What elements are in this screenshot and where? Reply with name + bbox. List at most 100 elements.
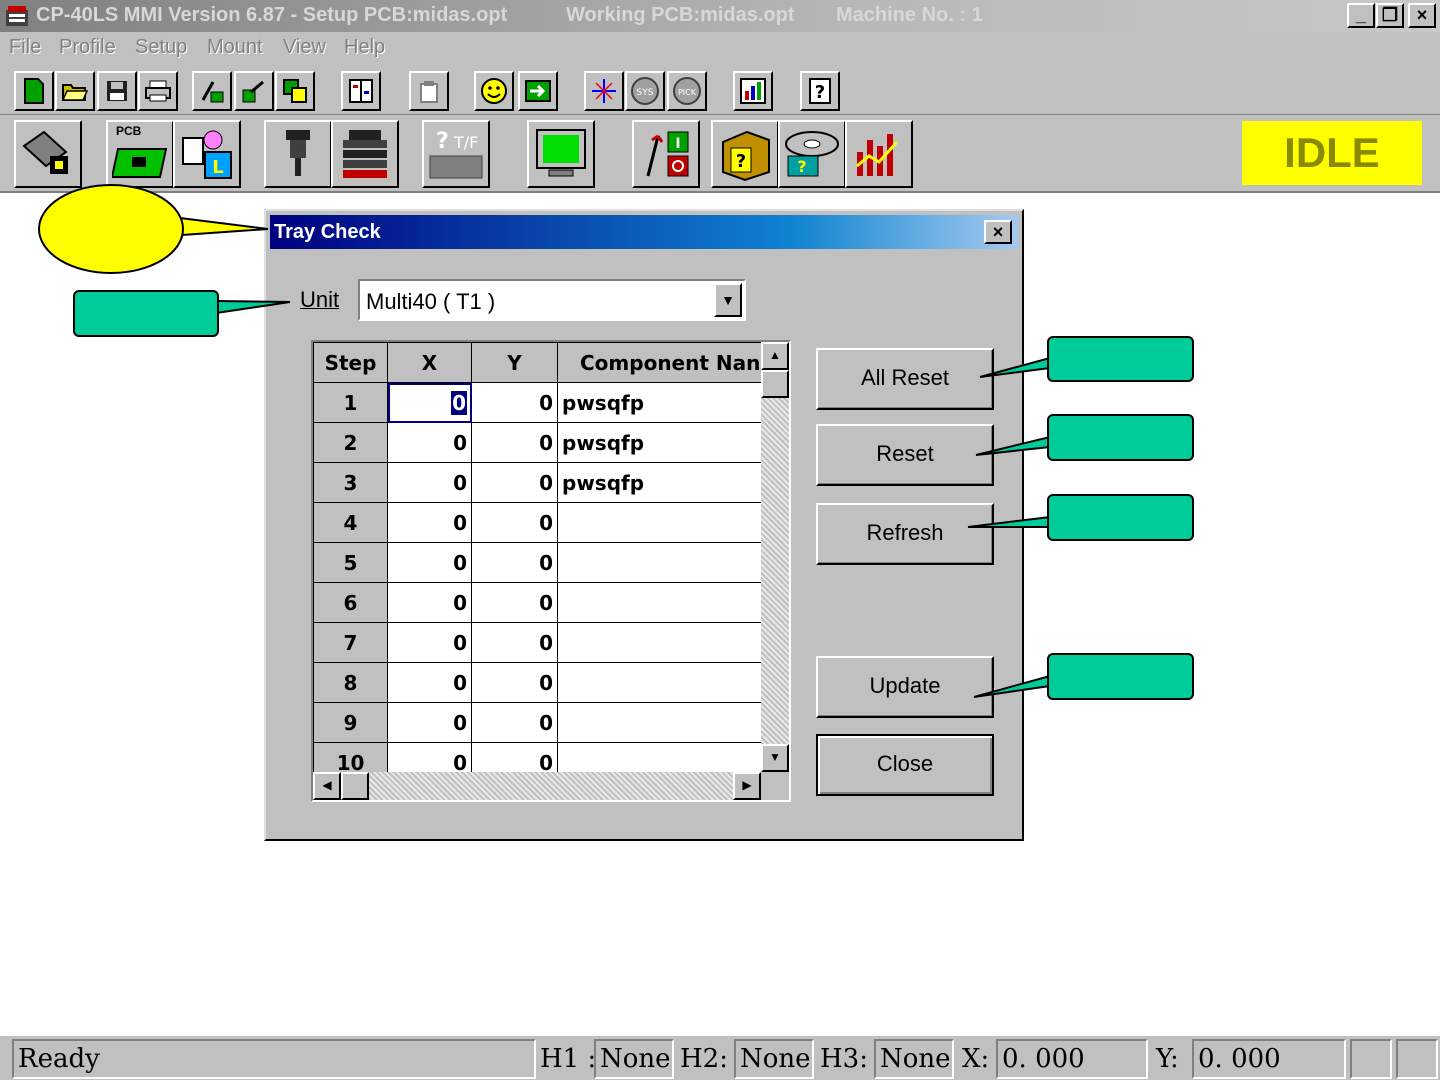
- print-button[interactable]: [138, 71, 178, 111]
- monitor-button[interactable]: [527, 120, 595, 188]
- svg-text:?: ?: [815, 82, 825, 103]
- y-label: Y:: [1156, 1044, 1179, 1074]
- component-name-cell[interactable]: [557, 502, 768, 543]
- x-cell[interactable]: 0: [387, 702, 472, 743]
- window-close-button[interactable]: ×: [1408, 3, 1436, 28]
- run-button[interactable]: [518, 71, 558, 111]
- horizontal-scroll-thumb[interactable]: [341, 772, 369, 800]
- x-cell[interactable]: 0: [387, 582, 472, 623]
- close-button[interactable]: Close: [816, 734, 994, 796]
- scroll-left-icon[interactable]: ◀: [313, 772, 341, 800]
- origin-button[interactable]: [584, 71, 624, 111]
- table-row[interactable]: 400: [313, 502, 768, 543]
- table-row[interactable]: 600: [313, 582, 768, 623]
- horizontal-scrollbar[interactable]: ◀ ▶: [313, 772, 761, 800]
- component-name-cell[interactable]: [557, 702, 768, 743]
- vertical-scroll-thumb[interactable]: [761, 370, 789, 398]
- x-cell[interactable]: 0: [387, 462, 472, 503]
- unit-dropdown[interactable]: Multi40 ( T1 ) ▼: [358, 279, 746, 321]
- update-button[interactable]: Update: [816, 656, 994, 718]
- tray-step-table: Step X Y Component Nan 1 0 0 pwsqfp 2 0 0 pwsqf…: [313, 342, 768, 783]
- y-cell[interactable]: 0: [471, 502, 558, 543]
- y-cell[interactable]: 0: [471, 462, 558, 503]
- column-header-y[interactable]: Y: [471, 342, 558, 383]
- menu-file[interactable]: File: [9, 36, 41, 59]
- pick-button[interactable]: PICK: [667, 71, 707, 111]
- scroll-right-icon[interactable]: ▶: [733, 772, 761, 800]
- menu-mount[interactable]: Mount: [207, 36, 263, 59]
- restore-button[interactable]: ❐: [1376, 3, 1404, 28]
- component-name-cell[interactable]: pwsqfp: [557, 422, 768, 463]
- tray-step-grid[interactable]: Step X Y Component Nan 1 0 0 pwsqfp 2 0 0 pwsqf…: [311, 340, 791, 802]
- x-cell[interactable]: 0: [387, 502, 472, 543]
- all-reset-button[interactable]: All Reset: [816, 348, 994, 410]
- menu-help[interactable]: Help: [344, 36, 385, 59]
- nozzle-button[interactable]: [264, 120, 332, 188]
- menu-view[interactable]: View: [283, 36, 326, 59]
- component-name-cell[interactable]: [557, 622, 768, 663]
- menu-profile[interactable]: Profile: [59, 36, 116, 59]
- column-header-step[interactable]: Step: [313, 342, 388, 383]
- table-row[interactable]: 3 0 0 pwsqfp: [313, 462, 768, 503]
- x-cell[interactable]: 0: [387, 382, 472, 423]
- chart-report-button[interactable]: [733, 71, 773, 111]
- y-cell[interactable]: 0: [471, 622, 558, 663]
- reset-button[interactable]: Reset: [816, 424, 994, 486]
- minimize-button[interactable]: _: [1347, 3, 1375, 28]
- table-row[interactable]: 500: [313, 542, 768, 583]
- component-button[interactable]: [14, 120, 82, 188]
- y-cell[interactable]: 0: [471, 422, 558, 463]
- new-file-button[interactable]: [14, 71, 54, 111]
- feeder-button[interactable]: [331, 120, 399, 188]
- copy-data-button[interactable]: [275, 71, 315, 111]
- column-header-x[interactable]: X: [387, 342, 472, 383]
- statistics-button[interactable]: [845, 120, 913, 188]
- x-cell[interactable]: 0: [387, 542, 472, 583]
- step-cell: 1: [313, 382, 388, 423]
- refresh-button[interactable]: Refresh: [816, 503, 994, 565]
- x-cell[interactable]: 0: [387, 422, 472, 463]
- y-cell[interactable]: 0: [471, 662, 558, 703]
- table-row[interactable]: 900: [313, 702, 768, 743]
- dropdown-arrow-icon[interactable]: ▼: [714, 283, 742, 317]
- sys-button[interactable]: SYS: [625, 71, 665, 111]
- table-row[interactable]: 700: [313, 622, 768, 663]
- compare-button[interactable]: [341, 71, 381, 111]
- table-row[interactable]: 1 0 0 pwsqfp: [313, 382, 768, 423]
- io-button[interactable]: I: [632, 120, 700, 188]
- component-name-cell[interactable]: [557, 542, 768, 583]
- y-cell[interactable]: 0: [471, 542, 558, 583]
- import-button[interactable]: [192, 71, 232, 111]
- tray-button[interactable]: ?: [711, 120, 779, 188]
- export-button[interactable]: [234, 71, 274, 111]
- teach-button[interactable]: ? T/F: [422, 120, 490, 188]
- component-name-cell[interactable]: pwsqfp: [557, 462, 768, 503]
- component-name-cell[interactable]: pwsqfp: [557, 382, 768, 423]
- dialog-close-icon[interactable]: ×: [984, 220, 1012, 244]
- column-header-component-name[interactable]: Component Nan: [557, 342, 768, 383]
- component-name-cell[interactable]: [557, 582, 768, 623]
- vertical-scrollbar[interactable]: ▲ ▼: [761, 342, 789, 772]
- smiley-button[interactable]: [474, 71, 514, 111]
- menu-setup[interactable]: Setup: [135, 36, 187, 59]
- open-file-button[interactable]: [55, 71, 95, 111]
- help-button[interactable]: ?: [800, 71, 840, 111]
- scroll-down-icon[interactable]: ▼: [761, 744, 789, 772]
- layout-button[interactable]: L: [173, 120, 241, 188]
- clipboard-button[interactable]: [409, 71, 449, 111]
- step-cell: 4: [313, 502, 388, 543]
- table-row[interactable]: 800: [313, 662, 768, 703]
- status-ready: Ready: [12, 1039, 536, 1079]
- x-cell[interactable]: 0: [387, 662, 472, 703]
- y-cell[interactable]: 0: [471, 382, 558, 423]
- component-name-cell[interactable]: [557, 662, 768, 703]
- y-cell[interactable]: 0: [471, 582, 558, 623]
- pcb-button[interactable]: PCB: [106, 120, 174, 188]
- scroll-up-icon[interactable]: ▲: [761, 342, 789, 370]
- table-row[interactable]: 2 0 0 pwsqfp: [313, 422, 768, 463]
- x-cell[interactable]: 0: [387, 622, 472, 663]
- save-button[interactable]: [97, 71, 137, 111]
- y-cell[interactable]: 0: [471, 702, 558, 743]
- y-coordinate-value: 0. 000: [1192, 1039, 1346, 1079]
- reel-button[interactable]: ?: [778, 120, 846, 188]
